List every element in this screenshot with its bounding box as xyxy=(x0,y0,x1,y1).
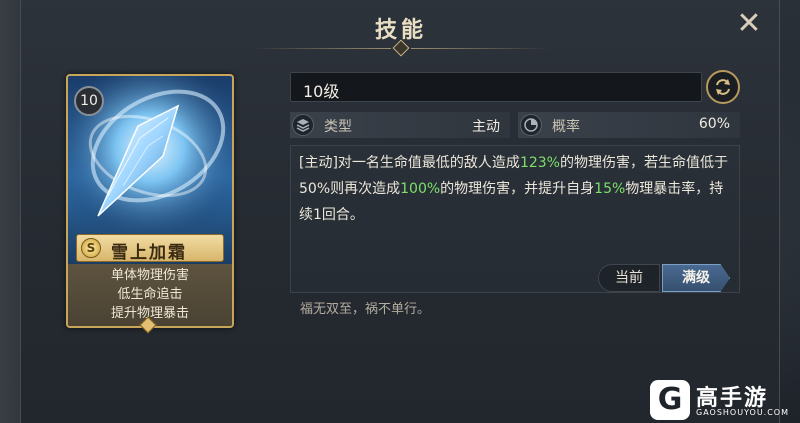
stat-probability: 概率 60% xyxy=(518,112,740,138)
close-button[interactable]: ✕ xyxy=(734,9,764,40)
stat-value: 主动 xyxy=(472,119,500,135)
desc-value: 100% xyxy=(400,181,441,197)
stat-label: 概率 xyxy=(552,119,580,135)
skill-level-bar: 10级 xyxy=(290,72,702,102)
card-name-bar: S 雪上加霜 xyxy=(76,234,224,263)
card-description: 单体物理伤害 低生命追击 提升物理暴击 xyxy=(68,264,232,326)
grade-badge: S xyxy=(81,238,101,258)
skill-description: [主动]对一名生命值最低的敌人造成123%的物理伤害，若生命值低于50%则再次造… xyxy=(299,150,735,228)
watermark-logo: G 高手游 GAOSHOUYOU.COM xyxy=(650,380,790,422)
flavor-text: 福无双至，祸不单行。 xyxy=(300,302,431,317)
card-desc-line: 单体物理伤害 xyxy=(110,268,189,283)
title-divider-left xyxy=(251,48,391,49)
close-icon: ✕ xyxy=(736,6,762,41)
desc-text: 的物理伤害，并提升自身 xyxy=(440,181,595,197)
watermark-g-icon: G xyxy=(650,380,690,420)
card-desc-line: 低生命追击 xyxy=(117,287,183,302)
card-level-badge: 10 xyxy=(74,86,104,116)
skill-level-label: 10级 xyxy=(303,82,340,101)
skill-name: 雪上加霜 xyxy=(111,243,187,263)
title-divider-right xyxy=(411,48,551,49)
refresh-icon xyxy=(716,79,730,95)
stat-type: 类型 主动 xyxy=(290,112,510,138)
tab-current[interactable]: 当前 xyxy=(598,264,660,292)
layers-icon xyxy=(292,114,314,136)
stat-label: 类型 xyxy=(324,119,352,135)
desc-value: 15% xyxy=(594,181,626,197)
title-bar: 技能 xyxy=(21,0,781,58)
stat-value: 60% xyxy=(698,116,730,132)
tab-max-level[interactable]: 满级 xyxy=(662,264,730,292)
refresh-button[interactable] xyxy=(706,70,740,104)
probability-icon xyxy=(520,114,542,136)
desc-value: 123% xyxy=(519,155,560,171)
skill-card: 10 S 雪上加霜 单体物理伤害 低生命追击 提升物理暴击 xyxy=(66,74,234,328)
watermark-url: GAOSHOUYOU.COM xyxy=(696,408,790,417)
desc-text: [主动]对一名生命值最低的敌人造成 xyxy=(299,155,520,171)
